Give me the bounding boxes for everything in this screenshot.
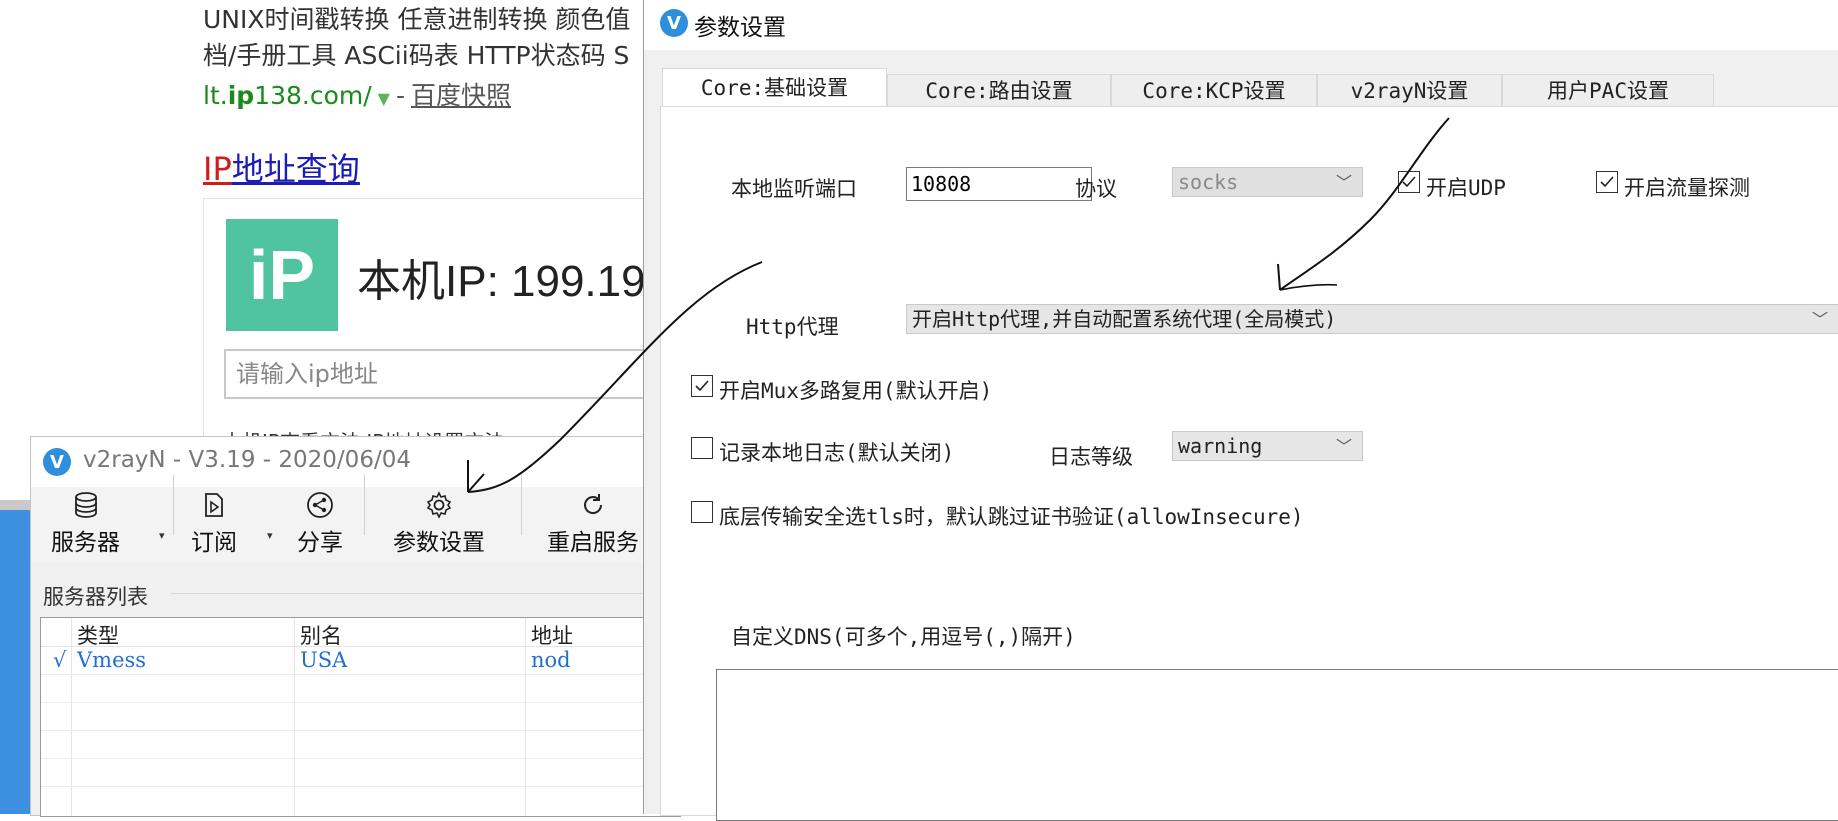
sniffing-checkbox[interactable]: [1596, 171, 1618, 193]
main-toolbar: 服务器 ▾ 订阅 ▾ 分享 参数设置 重启服务: [31, 475, 681, 563]
http-proxy-select[interactable]: 开启Http代理,并自动配置系统代理(全局模式) ﹀: [906, 304, 1838, 334]
log-level-value: warning: [1178, 434, 1263, 458]
toolbar-separator: [521, 475, 522, 535]
chevron-down-icon: ﹀: [1811, 310, 1828, 329]
ip-title-highlight: IP: [203, 150, 232, 188]
toolbar-separator: [364, 475, 365, 535]
http-proxy-value: 开启Http代理,并自动配置系统代理(全局模式): [912, 307, 1337, 331]
sniffing-label: 开启流量探测: [1624, 176, 1750, 200]
settings-dialog: V 参数设置 Core:基础设置 Core:路由设置 Core:KCP设置 v2…: [643, 0, 1838, 821]
tab-v2rayn-settings[interactable]: v2rayN设置: [1317, 74, 1502, 106]
main-titlebar[interactable]: V v2rayN - V3.19 - 2020/06/04: [31, 437, 681, 487]
desktop-taskbar-edge: [0, 500, 34, 510]
url-keyword: ip: [227, 81, 255, 110]
log-level-select[interactable]: warning ﹀: [1172, 431, 1363, 461]
udp-checkbox[interactable]: [1398, 171, 1420, 193]
tab-core-kcp[interactable]: Core:KCP设置: [1111, 74, 1317, 106]
server-address: nod: [531, 648, 571, 672]
snapshot-link[interactable]: 百度快照: [411, 81, 511, 110]
toolbar-separator: [173, 475, 174, 535]
settings-dialog-title: 参数设置: [694, 15, 786, 41]
local-ip-display: 本机IP: 199.19: [357, 257, 646, 306]
core-basic-panel: 本地监听端口 10808 协议 socks ﹀ 开启UDP 开启流量探测 Http…: [660, 106, 1838, 821]
custom-dns-textarea[interactable]: [716, 669, 1838, 821]
allow-insecure-label: 底层传输安全选tls时，默认跳过证书验证(allowInsecure): [719, 505, 1304, 529]
table-row[interactable]: [41, 702, 681, 731]
share-label: 分享: [297, 530, 343, 556]
result-url[interactable]: lt.ip138.com/ ▼ - 百度快照: [203, 76, 511, 112]
table-row[interactable]: [41, 758, 681, 787]
http-proxy-label: Http代理: [746, 315, 839, 339]
url-separator: -: [395, 81, 405, 110]
server-list-rule: [171, 593, 681, 594]
local-log-checkbox[interactable]: [691, 437, 713, 459]
url-dropdown-icon[interactable]: ▼: [378, 89, 390, 108]
mux-label: 开启Mux多路复用(默认开启): [719, 379, 993, 403]
web-tools-line-2: 档/手册工具 ASCii码表 HTTP状态码 S: [203, 41, 630, 70]
local-log-label: 记录本地日志(默认关闭): [719, 441, 955, 465]
table-header: 类型 别名 地址: [41, 618, 681, 648]
restart-service-label: 重启服务: [547, 530, 639, 556]
checkmark-icon: [695, 380, 709, 392]
ip-title-text: 地址查询: [231, 150, 360, 188]
ip-search-input[interactable]: 请输入ip地址: [224, 349, 684, 399]
servers-button[interactable]: 服务器: [51, 491, 120, 559]
tab-core-basic[interactable]: Core:基础设置: [662, 68, 887, 106]
server-list-label: 服务器列表: [43, 585, 148, 609]
chevron-down-icon: ﹀: [1335, 173, 1352, 192]
settings-titlebar[interactable]: V 参数设置: [644, 0, 1838, 50]
desktop-background: [0, 500, 34, 814]
ip138-logo-icon: iP: [226, 219, 338, 331]
allow-insecure-checkbox[interactable]: [691, 501, 713, 523]
servers-label: 服务器: [51, 530, 120, 556]
settings-button[interactable]: 参数设置: [393, 491, 485, 559]
main-window-title: v2rayN - V3.19 - 2020/06/04: [83, 447, 411, 473]
table-row[interactable]: [41, 730, 681, 759]
table-row[interactable]: [41, 674, 681, 703]
refresh-icon: [584, 494, 603, 514]
protocol-label: 协议: [1075, 177, 1117, 201]
tab-core-routing[interactable]: Core:路由设置: [887, 74, 1111, 106]
local-port-input[interactable]: 10808: [906, 167, 1092, 201]
share-button[interactable]: 分享: [297, 491, 343, 559]
server-alias: USA: [300, 648, 348, 672]
checkmark-icon: [1402, 176, 1416, 188]
subscribe-dropdown-icon[interactable]: ▾: [267, 529, 273, 542]
server-type: Vmess: [77, 648, 147, 672]
log-level-label: 日志等级: [1049, 445, 1133, 469]
mux-checkbox[interactable]: [691, 375, 713, 397]
url-domain: 138.com/: [254, 81, 372, 110]
custom-dns-label: 自定义DNS(可多个,用逗号(,)隔开): [731, 625, 1076, 649]
v2rayn-logo-icon: V: [43, 448, 71, 476]
ip-lookup-title-link[interactable]: IP地址查询: [203, 144, 360, 190]
protocol-value: socks: [1178, 170, 1239, 194]
url-prefix: lt.: [203, 81, 228, 110]
protocol-select[interactable]: socks ﹀: [1172, 167, 1363, 197]
web-tools-line-1: UNIX时间戳转换 任意进制转换 颜色值: [203, 5, 631, 34]
gear-icon: [426, 491, 452, 519]
v2rayn-main-window: V v2rayN - V3.19 - 2020/06/04 服务器 ▾ 订阅 ▾…: [30, 436, 682, 817]
checkmark-icon: [1600, 176, 1614, 188]
udp-label: 开启UDP: [1426, 176, 1506, 200]
restart-service-button[interactable]: 重启服务: [547, 491, 639, 559]
active-server-checkmark: √: [53, 648, 67, 672]
server-list-table: 类型 别名 地址 √ Vmess USA nod: [40, 617, 681, 817]
share-icon: [307, 492, 333, 518]
v2rayn-logo-icon: V: [660, 9, 688, 37]
subscribe-button[interactable]: 订阅: [191, 491, 237, 559]
chevron-down-icon: ﹀: [1335, 437, 1352, 456]
table-row[interactable]: √ Vmess USA nod: [41, 646, 681, 675]
local-port-label: 本地监听端口: [731, 177, 857, 201]
settings-label: 参数设置: [393, 530, 485, 556]
subscribe-icon: [205, 493, 223, 517]
database-icon: [74, 492, 97, 518]
settings-tabs: Core:基础设置 Core:路由设置 Core:KCP设置 v2rayN设置 …: [644, 68, 1838, 106]
subscribe-label: 订阅: [191, 530, 237, 556]
ip-lookup-card: iP 本机IP: 199.19 请输入ip地址: [203, 198, 684, 440]
tab-user-pac[interactable]: 用户PAC设置: [1502, 74, 1714, 106]
servers-dropdown-icon[interactable]: ▾: [159, 529, 165, 542]
